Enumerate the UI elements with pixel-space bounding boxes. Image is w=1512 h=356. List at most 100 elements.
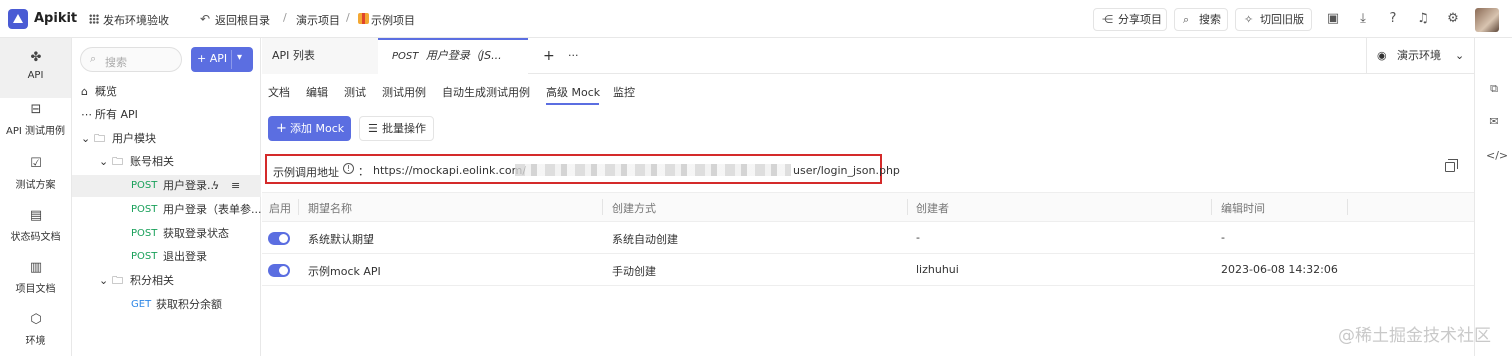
gear-icon[interactable]: ⚙ [1445,11,1461,27]
column-divider [1347,199,1348,215]
list-icon: ☰ [368,122,378,135]
table-header: 启用 期望名称 创建方式 创建者 编辑时间 [262,192,1474,222]
create-method: 手动创建 [612,265,656,278]
help-icon[interactable]: ? [1385,11,1401,27]
info-icon[interactable]: ! [343,163,354,174]
tree-folder-account[interactable]: ⌄ 🗀 账号相关 [72,151,261,173]
tree-folder-points[interactable]: ⌄ 🗀 积分相关 [72,270,261,292]
nav-item-env[interactable]: ⬡ 环境 [0,306,71,356]
lightning-icon[interactable]: ϟ [212,175,219,197]
tab-bar: API 列表 POST 用户登录（JS... + ··· ◉ 演示环境 ⌄ [262,38,1474,74]
switch-old-version-button[interactable]: ✧ 切回旧版 [1235,8,1312,31]
method-badge: POST [131,180,158,191]
menu-icon[interactable]: ≡ [231,175,240,197]
tree-item-all-api[interactable]: ⋯ 所有 API [72,104,261,126]
copy-icon[interactable] [1445,159,1458,172]
subtab-doc[interactable]: 文档 [268,84,290,100]
mail-icon[interactable]: ✉ [1486,114,1502,130]
search-label: 搜索 [1199,13,1221,26]
nav-item-api[interactable]: ✤ API [0,38,71,98]
search-button[interactable]: ⌕ 搜索 [1174,8,1228,31]
breadcrumb-project[interactable]: 演示项目 [296,12,340,28]
mock-name[interactable]: 系统默认期望 [308,231,374,247]
tab-login-json[interactable]: POST 用户登录（JS... [378,38,528,74]
nav-item-status-doc[interactable]: ▤ 状态码文档 [0,202,71,262]
environment-select[interactable]: ◉ 演示环境 ⌄ [1366,38,1474,74]
tree-api-points-balance[interactable]: GET 获取积分余额 [72,294,261,316]
environment-label: 演示环境 [1397,49,1441,62]
table-row[interactable]: 系统默认期望 系统自动创建 - - [262,222,1474,254]
add-mock-button[interactable]: + 添加 Mock [268,116,351,141]
button-divider [231,50,232,69]
chevron-down-icon: ⌄ [1455,49,1465,62]
subtab-test-cases[interactable]: 测试用例 [382,84,426,100]
add-tab-button[interactable]: + [543,38,555,74]
subtab-edit[interactable]: 编辑 [306,84,328,100]
subtab-monitor[interactable]: 监控 [613,84,635,100]
avatar[interactable] [1475,8,1499,32]
url-colon: ： [358,165,369,178]
chevron-down-icon[interactable]: ⌄ [99,151,108,173]
return-icon[interactable]: ↶ [200,12,210,26]
folder-icon: 🗀 [112,155,123,168]
tree-api-login-status[interactable]: POST 获取登录状态 [72,223,261,245]
publish-env-label[interactable]: 发布环境验收 [103,12,169,28]
subtab-test[interactable]: 测试 [344,84,366,100]
chevron-down-icon[interactable]: ⌄ [99,270,108,292]
enable-toggle[interactable] [268,232,290,245]
env-icon: ⬡ [30,312,42,327]
edit-time: 2023-06-08 14:32:06 [1221,263,1338,276]
doc-icon[interactable]: ⧉ [1486,81,1502,97]
tree-folder-user-module[interactable]: ⌄ 🗀 用户模块 [72,128,261,150]
tree-api-login-form[interactable]: POST 用户登录（表单参... [72,199,262,221]
url-label: 示例调用地址 [273,166,339,179]
add-api-button[interactable]: + API ▾ [191,47,253,72]
code-icon[interactable]: </> [1486,148,1508,164]
creator: - [916,231,920,244]
subtab-auto-test-cases[interactable]: 自动生成测试用例 [442,84,530,100]
mock-url-suffix: user/login_json.php [793,164,900,177]
header-name: 期望名称 [308,202,352,215]
tree-api-login-json[interactable]: POST 用户登录... ϟ ≡ [72,175,261,197]
nav-item-test-plan[interactable]: ☑ 测试方案 [0,148,71,208]
share-project-button[interactable]: ⋲ 分享项目 [1093,8,1167,31]
subtab-advanced-mock[interactable]: 高级 Mock [546,84,600,100]
home-icon: ⌂ [81,85,88,98]
download-icon[interactable]: ⤓ [1355,11,1371,27]
chevron-down-icon[interactable]: ▾ [237,52,242,63]
folder-icon: 🗀 [94,132,105,145]
tree-item-overview[interactable]: ⌂ 概览 [72,81,261,103]
enable-toggle[interactable] [268,264,290,277]
header-enabled: 启用 [269,202,291,215]
bell-icon[interactable]: ♫ [1415,11,1431,27]
tab-api-list[interactable]: API 列表 [262,38,378,74]
breadcrumb-example-project[interactable]: 示例项目 [371,12,415,28]
calendar-icon[interactable]: ▣ [1325,11,1341,27]
mock-name[interactable]: 示例mock API [308,263,381,279]
plus-icon: + [276,121,287,136]
share-icon: ⋲ [1102,13,1113,26]
nav-item-label: 项目文档 [15,284,56,295]
sub-tab-bar: 文档 编辑 测试 测试用例 自动生成测试用例 高级 Mock 监控 [262,74,1474,108]
watermark: @稀土掘金技术社区 [1338,326,1491,346]
tree-item-label: 获取登录状态 [163,227,229,240]
table-row[interactable]: 示例mock API 手动创建 lizhuhui 2023-06-08 14:3… [262,254,1474,286]
tree-item-label: 概览 [95,85,117,98]
tab-method: POST [392,51,419,62]
header-edit-time: 编辑时间 [1221,202,1265,215]
batch-operation-button[interactable]: ☰ 批量操作 [359,116,434,141]
tree-search-input[interactable]: ⌕ 搜索 [80,47,182,72]
test-case-icon: ⊟ [30,102,42,117]
tree-api-logout[interactable]: POST 退出登录 [72,246,261,268]
chevron-down-icon[interactable]: ⌄ [81,128,90,150]
gift-icon [358,13,369,24]
more-tabs-button[interactable]: ··· [568,38,579,74]
apps-grid-icon[interactable] [89,14,99,24]
back-to-root-link[interactable]: 返回根目录 [215,12,270,28]
method-badge: GET [131,299,152,310]
apikit-logo[interactable] [8,9,28,29]
share-project-label: 分享项目 [1118,13,1162,26]
nav-item-api-test-cases[interactable]: ⊟ API 测试用例 [0,94,71,154]
project-doc-icon: ▥ [29,260,43,275]
nav-item-project-doc[interactable]: ▥ 项目文档 [0,254,71,314]
